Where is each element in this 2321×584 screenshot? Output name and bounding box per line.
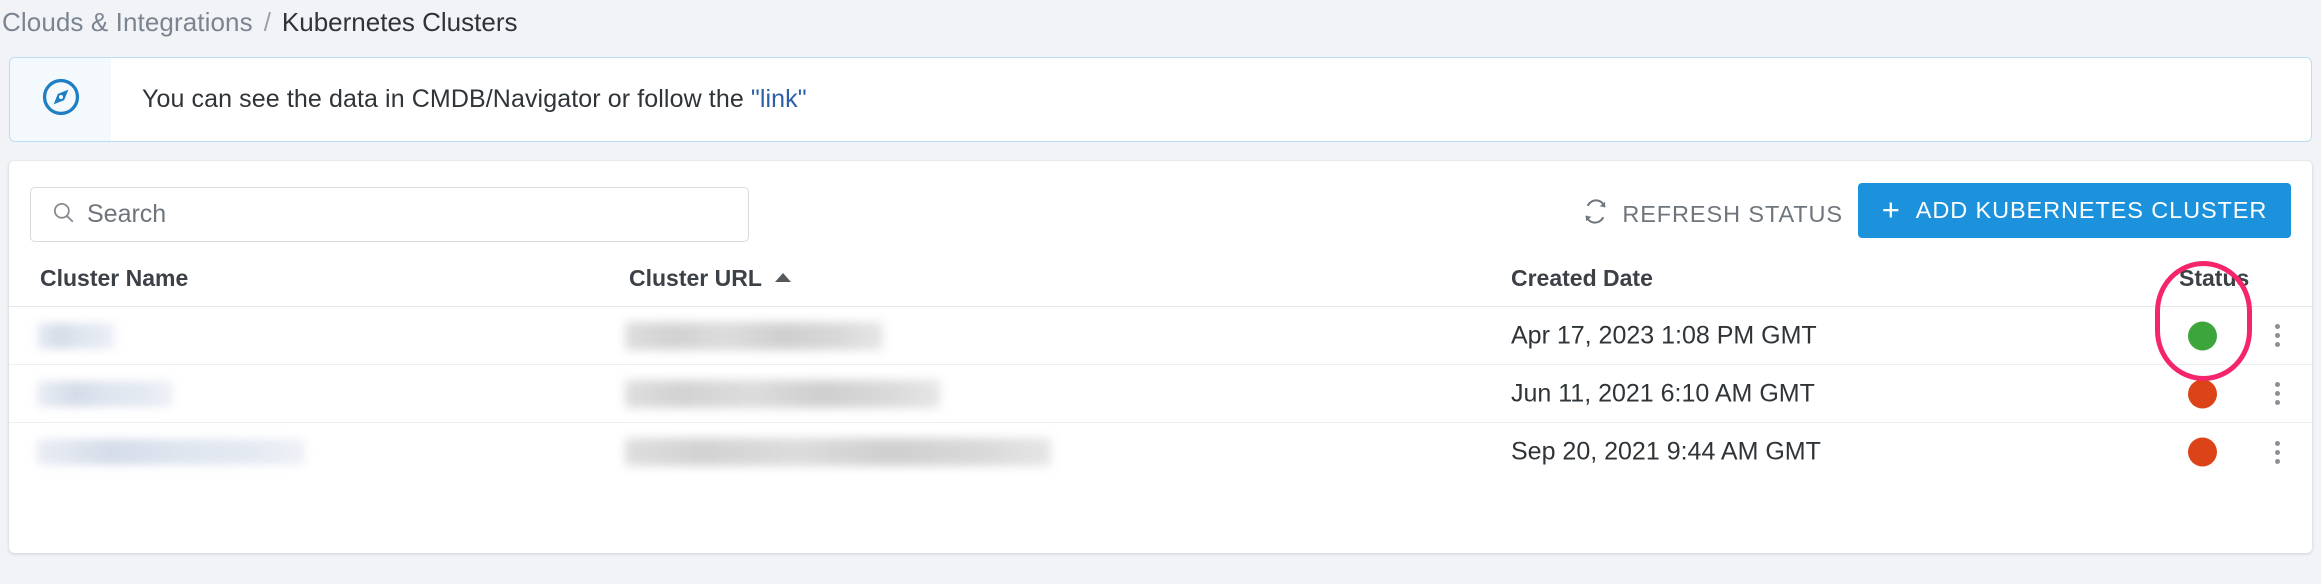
kebab-menu-icon[interactable] [2264,437,2290,467]
sort-ascending-icon [774,273,791,282]
cell-created-date: Apr 17, 2023 1:08 PM GMT [1511,321,1817,349]
table-header-row: Cluster Name Cluster URL Created Date St… [9,255,2312,307]
add-kubernetes-cluster-label: ADD KUBERNETES CLUSTER [1915,197,2268,223]
table-row[interactable]: Sep 20, 2021 9:44 AM GMT [9,423,2312,481]
column-header-created-date[interactable]: Created Date [1511,265,1653,292]
table-body: Apr 17, 2023 1:08 PM GMT Jun 11, 2021 6:1… [9,307,2312,481]
cell-cluster-url-redacted [625,321,883,350]
status-badge [2188,437,2217,467]
column-header-created-date-label: Created Date [1511,265,1653,291]
search-placeholder: Search [87,200,167,228]
search-icon [51,200,76,230]
page-root: Clouds & Integrations / Kubernetes Clust… [0,0,2321,584]
cell-created-date: Jun 11, 2021 6:10 AM GMT [1511,379,1815,407]
column-header-cluster-url-label: Cluster URL [629,265,762,291]
add-kubernetes-cluster-button[interactable]: + ADD KUBERNETES CLUSTER [1858,183,2291,238]
banner-link[interactable]: "link" [751,85,807,114]
column-header-status[interactable]: Status [2179,265,2249,292]
refresh-status-label: REFRESH STATUS [1622,200,1843,227]
breadcrumb: Clouds & Integrations / Kubernetes Clust… [0,0,2321,45]
kebab-menu-icon[interactable] [2264,379,2290,409]
cell-cluster-name-redacted [37,322,115,349]
breadcrumb-parent[interactable]: Clouds & Integrations [2,7,253,38]
column-header-status-label: Status [2179,265,2250,291]
banner-message: You can see the data in CMDB/Navigator o… [111,58,2311,141]
table-row[interactable]: Jun 11, 2021 6:10 AM GMT [9,365,2312,423]
clusters-table: Cluster Name Cluster URL Created Date St… [9,255,2312,481]
status-badge [2188,379,2217,408]
column-header-cluster-url[interactable]: Cluster URL [629,265,791,292]
status-badge [2188,321,2217,350]
cell-cluster-name-redacted [37,439,305,465]
info-banner: You can see the data in CMDB/Navigator o… [9,57,2312,142]
breadcrumb-separator: / [263,7,271,37]
search-input[interactable]: Search [30,187,749,242]
refresh-icon [1582,198,1609,231]
breadcrumb-current: Kubernetes Clusters [281,7,518,37]
refresh-status-button[interactable]: REFRESH STATUS [1582,190,1843,238]
kebab-menu-icon[interactable] [2264,321,2290,351]
cell-created-date: Sep 20, 2021 9:44 AM GMT [1511,437,1821,466]
plus-icon: + [1881,192,1901,227]
table-row[interactable]: Apr 17, 2023 1:08 PM GMT [9,307,2312,365]
column-header-cluster-name[interactable]: Cluster Name [40,265,188,292]
cell-cluster-name-redacted [37,380,173,407]
cell-cluster-url-redacted [625,438,1051,466]
banner-icon-cell [10,58,111,141]
clusters-card: Search REFRESH STATUS + ADD KUBERNETES C… [9,161,2312,553]
cell-cluster-url-redacted [625,379,940,408]
compass-navigator-icon [40,76,82,123]
table-toolbar: Search REFRESH STATUS + ADD KUBERNETES C… [9,161,2312,255]
banner-message-text: You can see the data in CMDB/Navigator o… [142,85,744,113]
column-header-cluster-name-label: Cluster Name [40,265,189,291]
